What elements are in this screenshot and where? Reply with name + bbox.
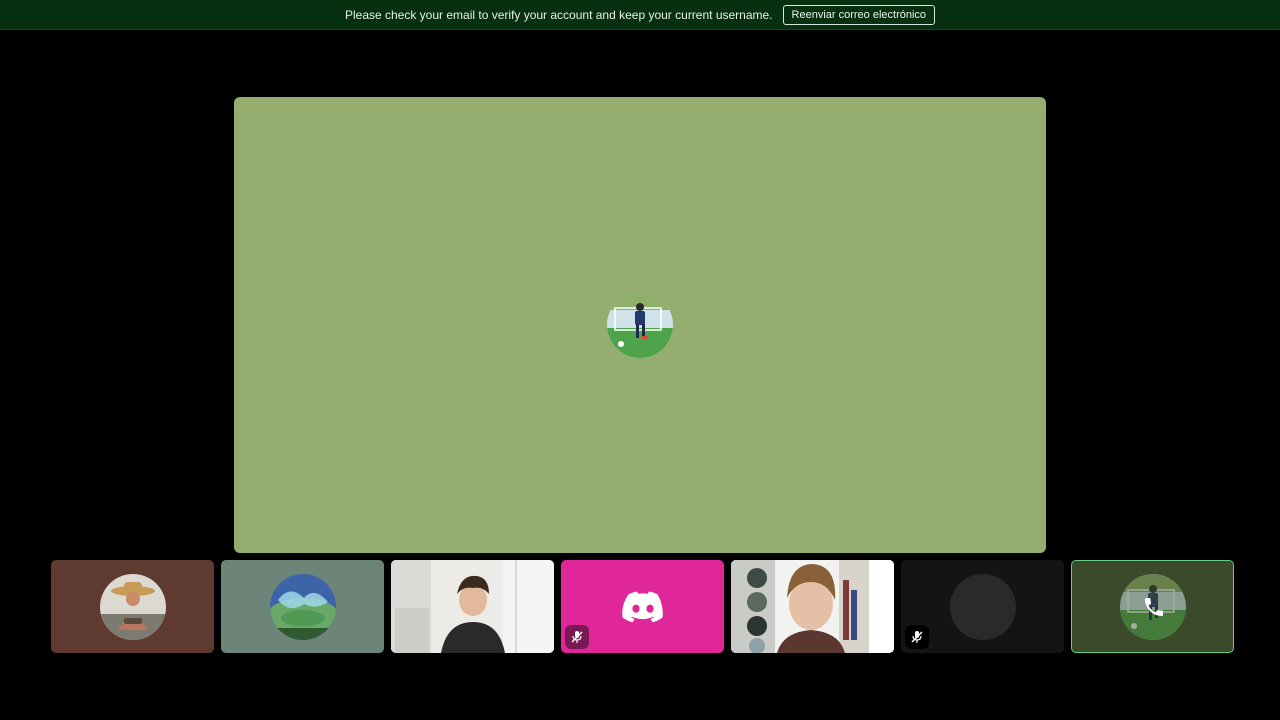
participant-tile[interactable] — [901, 560, 1064, 653]
participant-strip — [51, 560, 1234, 653]
resend-email-button[interactable]: Reenviar correo electrónico — [782, 4, 936, 25]
webcam-boy-brown-hair-icon — [731, 560, 894, 653]
participant-tile[interactable] — [51, 560, 214, 653]
phone-icon — [1142, 595, 1166, 624]
banner-message: Please check your email to verify your a… — [344, 7, 773, 22]
mic-muted-icon — [905, 625, 929, 649]
person-straw-hat-avatar-icon — [99, 573, 166, 640]
soccer-player-avatar-icon — [607, 292, 673, 358]
main-stage[interactable] — [234, 97, 1046, 553]
webcam-boy-dark-hair-icon — [391, 560, 554, 653]
participant-tile[interactable] — [391, 560, 554, 653]
participant-tile-selected[interactable] — [1071, 560, 1234, 653]
participant-tile[interactable] — [221, 560, 384, 653]
participant-tile[interactable] — [731, 560, 894, 653]
participant-tile[interactable] — [561, 560, 724, 653]
discord-logo-icon — [621, 591, 663, 622]
blank-avatar-icon — [949, 573, 1016, 640]
stadium-avatar-icon — [269, 573, 336, 640]
mic-muted-icon — [565, 625, 589, 649]
verification-banner: Please check your email to verify your a… — [0, 0, 1280, 30]
